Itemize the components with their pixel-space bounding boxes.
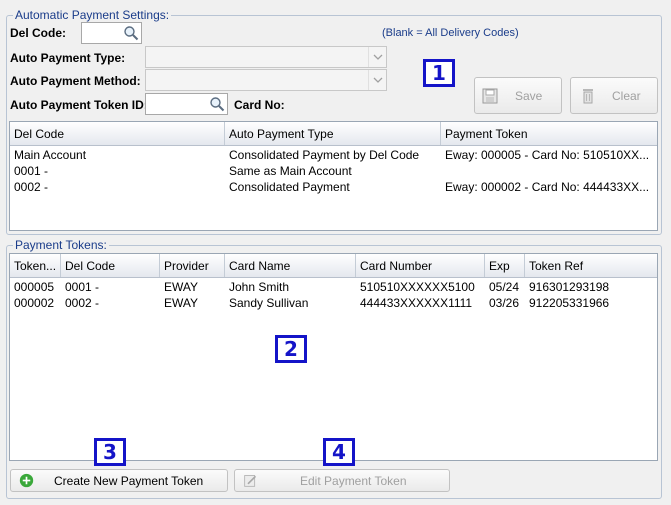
add-icon bbox=[19, 473, 34, 488]
callout-marker-2: 2 bbox=[275, 335, 307, 363]
callout-marker-4: 4 bbox=[323, 438, 355, 466]
column-header[interactable]: Auto Payment Type bbox=[225, 122, 441, 145]
table-cell: Sandy Sullivan bbox=[229, 296, 309, 310]
callout-marker-3: 3 bbox=[94, 438, 126, 466]
column-header[interactable]: Del Code bbox=[61, 254, 160, 277]
auto-payment-method-label: Auto Payment Method: bbox=[10, 74, 141, 88]
payment-tokens-title: Payment Tokens: bbox=[13, 238, 109, 252]
grid-header: Token... Del Code Provider Card Name Car… bbox=[10, 254, 657, 278]
table-row[interactable]: 0001 - Same as Main Account bbox=[10, 163, 657, 179]
save-label: Save bbox=[515, 88, 543, 103]
edit-payment-token-label: Edit Payment Token bbox=[300, 473, 407, 488]
table-cell: Consolidated Payment by Del Code bbox=[229, 148, 420, 162]
auto-payment-token-label: Auto Payment Token ID: bbox=[10, 98, 148, 112]
edit-payment-token-button[interactable]: Edit Payment Token bbox=[234, 469, 450, 492]
table-cell: 912205331966 bbox=[529, 296, 610, 310]
table-cell: Same as Main Account bbox=[229, 164, 352, 178]
table-row[interactable]: Main Account Consolidated Payment by Del… bbox=[10, 147, 657, 163]
table-cell: 000002 bbox=[14, 296, 55, 310]
delivery-code-payment-grid[interactable]: Del Code Auto Payment Type Payment Token… bbox=[9, 121, 658, 231]
table-cell: EWAY bbox=[164, 280, 199, 294]
auto-payment-type-label: Auto Payment Type: bbox=[10, 51, 126, 65]
table-cell: 444433XXXXXX1111 bbox=[360, 296, 473, 310]
card-no-label: Card No: bbox=[234, 98, 285, 112]
chevron-down-icon bbox=[368, 70, 386, 90]
table-cell: EWAY bbox=[164, 296, 199, 310]
auto-payment-type-select[interactable] bbox=[145, 46, 387, 68]
table-cell: John Smith bbox=[229, 280, 290, 294]
save-icon bbox=[482, 88, 498, 103]
table-row[interactable]: 0002 - Consolidated Payment Eway: 000002… bbox=[10, 179, 657, 195]
table-cell: 0002 - bbox=[14, 180, 49, 194]
column-header[interactable]: Token... bbox=[10, 254, 61, 277]
table-cell bbox=[441, 163, 657, 179]
table-row[interactable]: 000005 0001 - EWAY John Smith 510510XXXX… bbox=[10, 279, 657, 295]
chevron-down-icon bbox=[368, 47, 386, 67]
table-cell: 000005 bbox=[14, 280, 55, 294]
trash-icon bbox=[583, 88, 593, 103]
table-cell: 510510XXXXXX5100 bbox=[360, 280, 475, 294]
table-cell: 03/26 bbox=[489, 296, 520, 310]
column-header[interactable]: Card Name bbox=[225, 254, 356, 277]
column-header[interactable]: Exp bbox=[485, 254, 525, 277]
column-header[interactable]: Card Number bbox=[356, 254, 485, 277]
table-cell: Main Account bbox=[14, 148, 87, 162]
auto-payment-method-select[interactable] bbox=[145, 69, 387, 91]
column-header[interactable]: Token Ref bbox=[525, 254, 657, 277]
del-code-hint: (Blank = All Delivery Codes) bbox=[382, 27, 519, 39]
clear-button[interactable]: Clear bbox=[570, 77, 658, 114]
search-icon[interactable] bbox=[123, 25, 139, 41]
create-new-payment-token-label: Create New Payment Token bbox=[54, 473, 204, 488]
table-row[interactable]: 000002 0002 - EWAY Sandy Sullivan 444433… bbox=[10, 295, 657, 311]
table-cell: 0001 - bbox=[65, 280, 100, 294]
table-cell: 05/24 bbox=[489, 280, 520, 294]
table-cell: Consolidated Payment bbox=[229, 180, 350, 194]
search-icon[interactable] bbox=[209, 96, 225, 112]
create-new-payment-token-button[interactable]: Create New Payment Token bbox=[10, 469, 228, 492]
column-header[interactable]: Provider bbox=[160, 254, 225, 277]
payment-tokens-grid[interactable]: Token... Del Code Provider Card Name Car… bbox=[9, 253, 658, 461]
table-cell: Eway: 000002 - Card No: 444433XX... bbox=[445, 180, 650, 194]
table-cell: Eway: 000005 - Card No: 510510XX... bbox=[445, 148, 650, 162]
table-cell: 0002 - bbox=[65, 296, 100, 310]
column-header[interactable]: Payment Token bbox=[441, 122, 657, 145]
save-button[interactable]: Save bbox=[474, 77, 562, 114]
auto-payment-token-input[interactable] bbox=[145, 93, 228, 115]
edit-icon bbox=[244, 475, 257, 487]
table-cell: 0001 - bbox=[14, 164, 49, 178]
clear-label: Clear bbox=[612, 88, 641, 103]
callout-marker-1: 1 bbox=[423, 59, 455, 87]
automatic-payment-settings-title: Automatic Payment Settings: bbox=[13, 8, 172, 22]
column-header[interactable]: Del Code bbox=[10, 122, 225, 145]
del-code-label: Del Code: bbox=[10, 26, 67, 40]
table-cell: 916301293198 bbox=[529, 280, 610, 294]
del-code-input[interactable] bbox=[81, 22, 142, 44]
grid-header: Del Code Auto Payment Type Payment Token bbox=[10, 122, 657, 146]
